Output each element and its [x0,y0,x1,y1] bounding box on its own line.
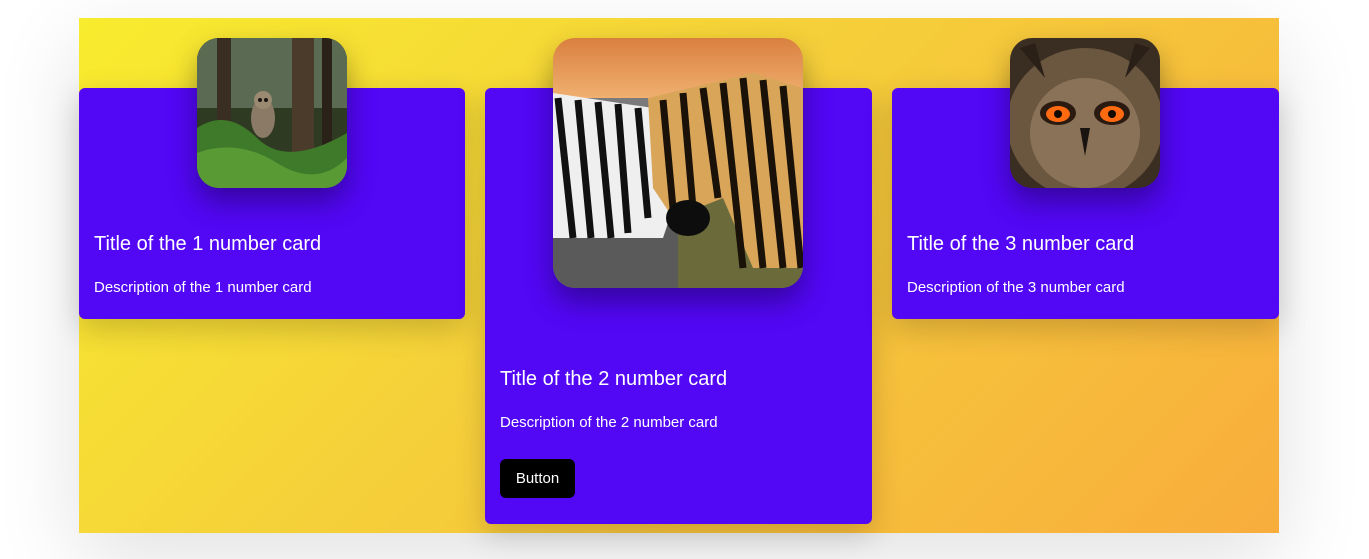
card-title: Title of the 3 number card [907,233,1135,255]
card-1: Title of the 1 number card Description o… [79,38,465,319]
card-description: Description of the 3 number card [907,279,1125,296]
eagle-owl-photo [1010,38,1160,188]
zebras-photo [553,38,803,288]
card-gallery-container: Title of the 1 number card Description o… [79,18,1279,533]
card-3: Title of the 3 number card Description o… [892,38,1279,319]
card-title: Title of the 1 number card [94,233,322,255]
card-description: Description of the 1 number card [94,279,312,296]
card-title: Title of the 2 number card [500,368,728,390]
card-button[interactable]: Button [500,459,575,498]
barred-owl-photo [197,38,347,188]
card-description: Description of the 2 number card [500,414,718,431]
card-2: Title of the 2 number card Description o… [485,38,872,524]
